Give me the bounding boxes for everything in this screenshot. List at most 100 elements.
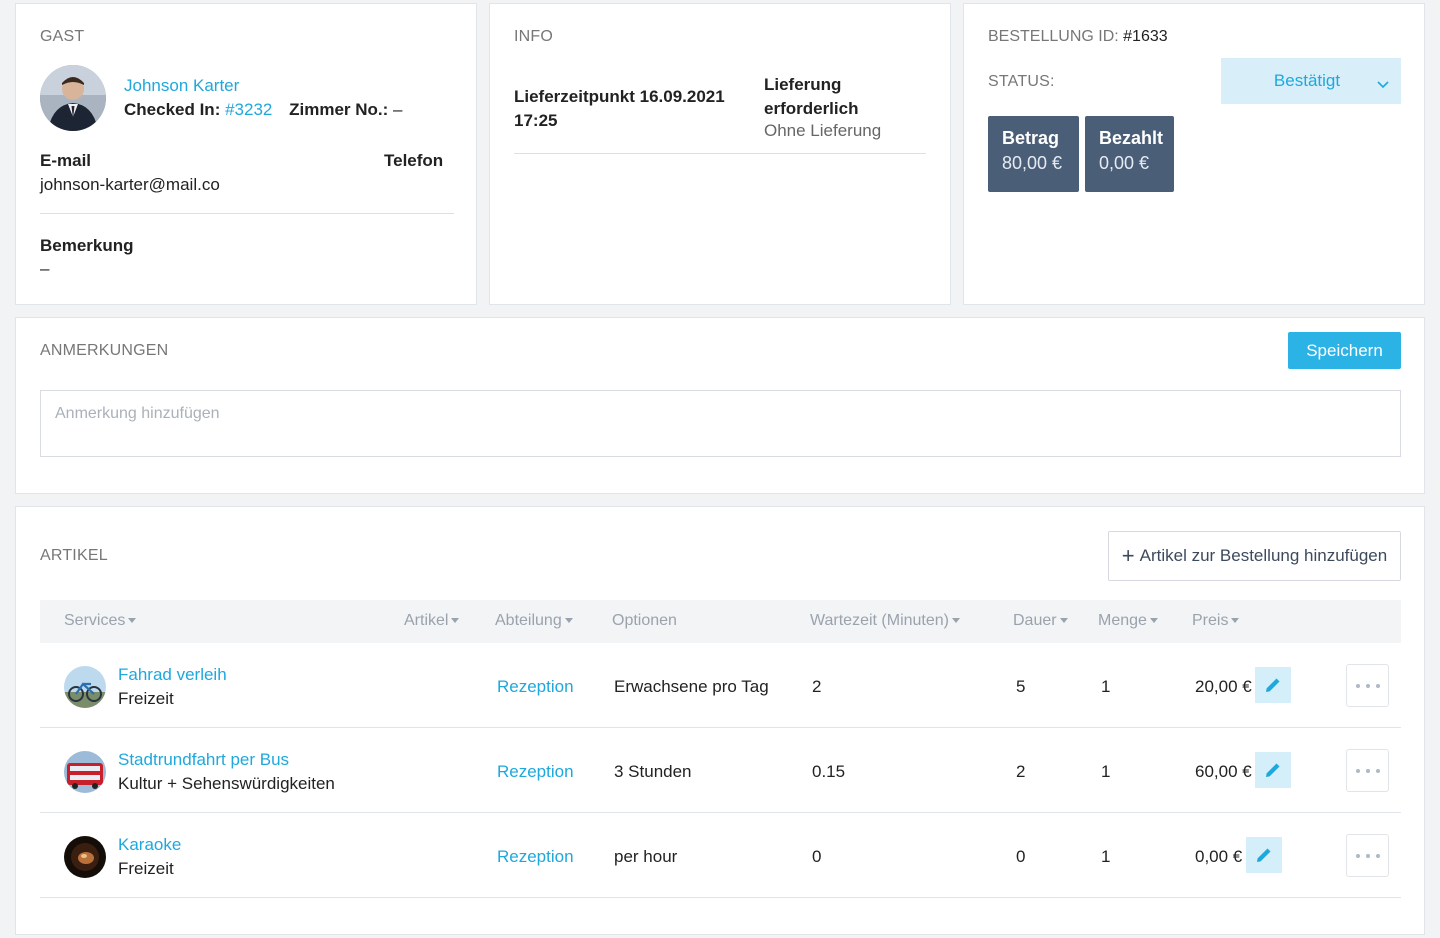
- price-value: 60,00 €: [1195, 762, 1252, 781]
- service-name-link[interactable]: Fahrad verleih: [118, 665, 227, 685]
- paid-label: Bezahlt: [1099, 128, 1164, 148]
- column-header-preis[interactable]: Preis: [1192, 612, 1240, 630]
- column-header-optionen: Optionen: [612, 612, 677, 629]
- service-thumbnail: [64, 836, 106, 878]
- notes-card: ANMERKUNGEN Speichern: [15, 317, 1425, 494]
- amount-label: Betrag: [1002, 128, 1060, 148]
- info-card: INFO Lieferzeitpunkt 16.09.2021 17:25 Li…: [489, 3, 951, 305]
- remark-label: Bemerkung: [40, 236, 134, 255]
- email-value: johnson-karter@mail.co: [40, 175, 220, 194]
- option-value: per hour: [614, 847, 678, 866]
- amount-value: 80,00 €: [1002, 153, 1063, 173]
- delivery-required: Lieferung erforderlich: [764, 75, 859, 118]
- guest-section-title: GAST: [40, 28, 85, 45]
- wait-value: 0.15: [812, 762, 846, 781]
- guest-checkin-line: Checked In: #3232 Zimmer No.: –: [124, 100, 403, 120]
- quantity-value: 1: [1101, 762, 1111, 781]
- column-header-wartezeit[interactable]: Wartezeit (Minuten): [810, 612, 960, 630]
- service-thumbnail: [64, 751, 106, 793]
- order-card: BESTELLUNG ID: #1633 STATUS: Bestätigt B…: [963, 3, 1425, 305]
- more-options-button[interactable]: [1346, 834, 1389, 877]
- notes-section-title: ANMERKUNGEN: [40, 342, 169, 359]
- wait-value: 2: [812, 677, 822, 696]
- plus-icon: +: [1121, 543, 1135, 568]
- service-category: Freizeit: [118, 689, 174, 708]
- edit-button[interactable]: [1255, 752, 1291, 788]
- column-header-dauer[interactable]: Dauer: [1013, 612, 1068, 630]
- department-link[interactable]: Rezeption: [497, 847, 574, 867]
- info-divider: [514, 153, 926, 154]
- add-item-label: Artikel zur Bestellung hinzufügen: [1139, 546, 1388, 565]
- pencil-icon: [1266, 678, 1280, 692]
- price-value: 20,00 €: [1195, 677, 1252, 696]
- items-table-header: Services Artikel Abteilung Optionen Wart…: [40, 600, 1401, 643]
- table-row: Fahrad verleih Freizeit Rezeption Erwach…: [40, 643, 1401, 728]
- column-header-abteilung[interactable]: Abteilung: [495, 612, 573, 630]
- sort-caret-icon: [128, 618, 137, 624]
- guest-avatar: [40, 65, 106, 131]
- remark-value: –: [40, 259, 50, 278]
- ellipsis-icon: [1355, 853, 1380, 858]
- column-header-menge[interactable]: Menge: [1098, 612, 1158, 630]
- ellipsis-icon: [1355, 768, 1380, 773]
- amount-box: Betrag 80,00 €: [988, 116, 1079, 192]
- duration-value: 5: [1016, 677, 1026, 696]
- option-value: Erwachsene pro Tag: [614, 677, 769, 696]
- order-id-label: BESTELLUNG ID:: [988, 28, 1119, 45]
- service-name-link[interactable]: Karaoke: [118, 835, 181, 855]
- price-value: 0,00 €: [1195, 847, 1243, 866]
- delivery-time: Lieferzeitpunkt 16.09.2021 17:25: [514, 87, 725, 130]
- order-id: BESTELLUNG ID: #1633: [988, 28, 1168, 46]
- service-category: Kultur + Sehenswürdigkeiten: [118, 774, 335, 793]
- checked-in-link[interactable]: #3232: [225, 100, 272, 119]
- email-label: E-mail: [40, 151, 92, 170]
- room-label: Zimmer No.:: [289, 100, 389, 119]
- status-dropdown[interactable]: Bestätigt: [1221, 58, 1401, 104]
- guest-name-link[interactable]: Johnson Karter: [124, 76, 239, 96]
- info-section-title: INFO: [514, 28, 554, 45]
- note-input[interactable]: [40, 390, 1401, 457]
- table-row: Karaoke Freizeit Rezeption per hour 0 0 …: [40, 813, 1401, 898]
- items-section-title: ARTIKEL: [40, 547, 108, 564]
- paid-box: Bezahlt 0,00 €: [1085, 116, 1174, 192]
- room-value: –: [393, 100, 403, 119]
- duration-value: 0: [1016, 847, 1026, 866]
- duration-value: 2: [1016, 762, 1026, 781]
- department-link[interactable]: Rezeption: [497, 677, 574, 697]
- edit-button[interactable]: [1246, 837, 1282, 873]
- sort-caret-icon: [1059, 618, 1068, 624]
- quantity-value: 1: [1101, 677, 1111, 696]
- status-label: STATUS:: [988, 73, 1055, 90]
- order-id-value: #1633: [1123, 28, 1168, 45]
- sort-caret-icon: [1149, 618, 1158, 624]
- pencil-icon: [1257, 848, 1271, 862]
- save-button[interactable]: Speichern: [1288, 332, 1401, 369]
- guest-divider: [40, 213, 454, 214]
- add-item-button[interactable]: + Artikel zur Bestellung hinzufügen: [1108, 531, 1401, 581]
- service-thumbnail: [64, 666, 106, 708]
- items-card: ARTIKEL + Artikel zur Bestellung hinzufü…: [15, 506, 1425, 935]
- checked-in-label: Checked In:: [124, 100, 221, 119]
- phone-label: Telefon: [384, 151, 444, 170]
- sort-caret-icon: [451, 618, 460, 624]
- ellipsis-icon: [1355, 683, 1380, 688]
- column-header-artikel[interactable]: Artikel: [404, 612, 460, 630]
- edit-button[interactable]: [1255, 667, 1291, 703]
- guest-card: GAST Johnson Karter Checked In: #3232 Zi…: [15, 3, 477, 305]
- sort-caret-icon: [1231, 618, 1240, 624]
- more-options-button[interactable]: [1346, 749, 1389, 792]
- more-options-button[interactable]: [1346, 664, 1389, 707]
- option-value: 3 Stunden: [614, 762, 692, 781]
- service-name-link[interactable]: Stadtrundfahrt per Bus: [118, 750, 289, 770]
- pencil-icon: [1266, 763, 1280, 777]
- status-value: Bestätigt: [1273, 71, 1341, 90]
- sort-caret-icon: [564, 618, 573, 624]
- service-category: Freizeit: [118, 859, 174, 878]
- chevron-down-icon: [1377, 74, 1389, 94]
- department-link[interactable]: Rezeption: [497, 762, 574, 782]
- table-row: Stadtrundfahrt per Bus Kultur + Sehenswü…: [40, 728, 1401, 813]
- column-header-services[interactable]: Services: [64, 612, 137, 630]
- delivery-option: Ohne Lieferung: [764, 121, 882, 140]
- paid-value: 0,00 €: [1099, 153, 1150, 173]
- sort-caret-icon: [952, 618, 960, 624]
